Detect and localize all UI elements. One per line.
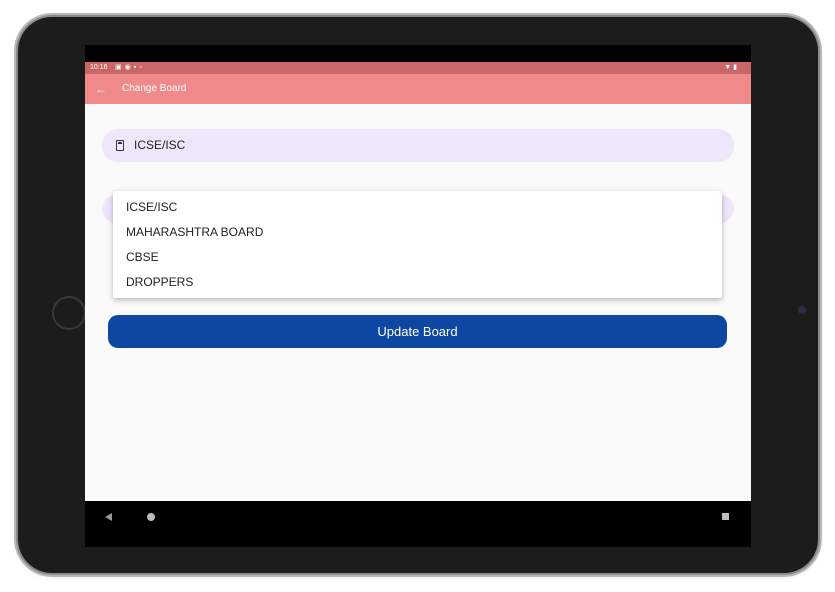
board-select-value: ICSE/ISC — [134, 138, 186, 152]
update-board-button[interactable]: Update Board — [108, 315, 727, 348]
status-notification-icons: ▣◉▪▫ — [115, 62, 145, 74]
status-bar: 10:16 ▣◉▪▫ ▼▮ — [85, 62, 751, 74]
back-icon[interactable] — [105, 513, 112, 521]
app-bar: ← Change Board — [85, 74, 751, 104]
front-camera — [798, 306, 806, 314]
alert-icon: ▫ — [139, 64, 145, 71]
book-icon — [116, 140, 124, 151]
arrow-left-icon[interactable]: ← — [95, 81, 107, 97]
board-select-field[interactable]: ICSE/ISC — [102, 129, 734, 162]
home-icon[interactable] — [147, 513, 155, 521]
notification-icon: ▣ — [115, 64, 125, 71]
battery-icon: ▮ — [733, 64, 739, 71]
recents-icon[interactable] — [722, 513, 729, 520]
dropdown-option-droppers[interactable]: DROPPERS — [126, 270, 706, 295]
dropdown-option-cbse[interactable]: CBSE — [126, 245, 706, 270]
dropdown-option-maharashtra[interactable]: MAHARASHTRA BOARD — [126, 220, 706, 245]
hardware-home-button — [52, 296, 86, 330]
device-screen: 10:16 ▣◉▪▫ ▼▮ ← Change Board ICSE/ISC IC… — [85, 45, 751, 547]
page-title: Change Board — [122, 83, 187, 94]
wifi-icon: ▼ — [724, 64, 734, 71]
system-nav-bar — [85, 501, 751, 547]
board-dropdown-menu: ICSE/ISC MAHARASHTRA BOARD CBSE DROPPERS — [113, 191, 722, 298]
status-time: 10:16 — [90, 64, 108, 71]
message-icon: ◉ — [124, 64, 134, 71]
dropdown-option-icse[interactable]: ICSE/ISC — [126, 195, 706, 220]
status-system-icons: ▼▮ — [724, 62, 739, 74]
screen-top-bezel — [85, 45, 751, 62]
